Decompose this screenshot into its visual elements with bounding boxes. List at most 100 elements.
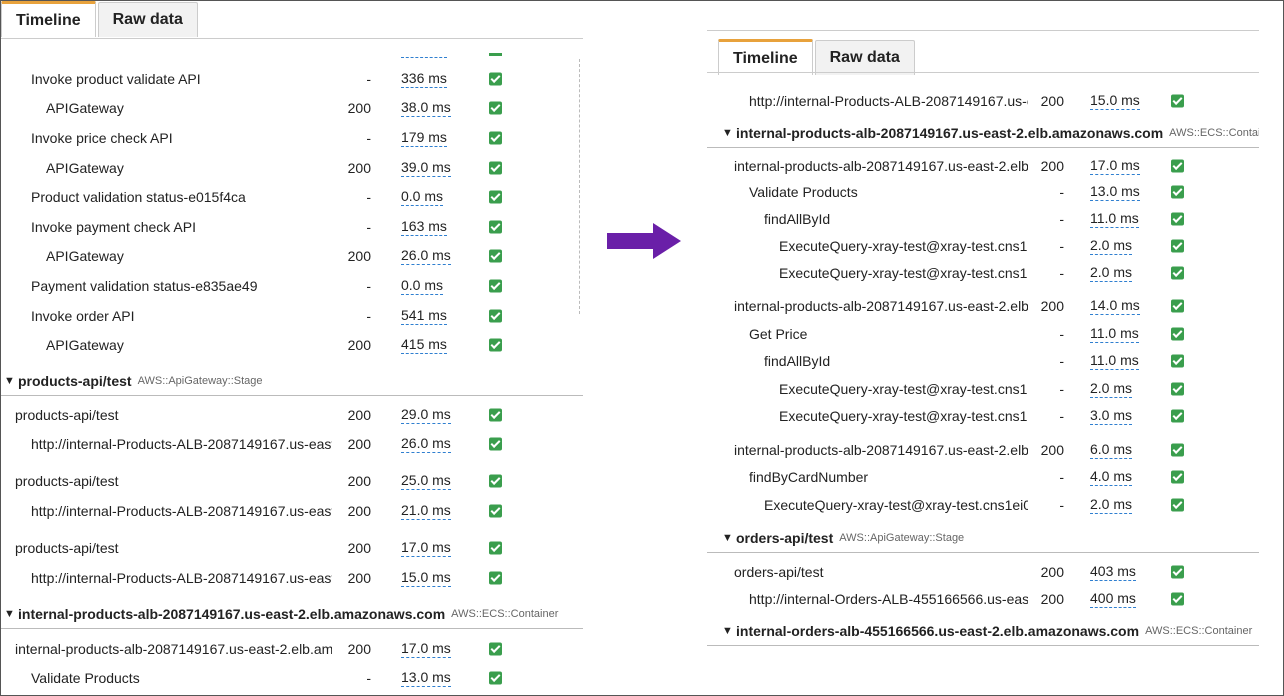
duration-link[interactable]: 17.0 ms <box>401 539 451 557</box>
segment-name[interactable]: findAllById <box>764 211 1028 227</box>
duration-link[interactable]: 2.0 ms <box>1090 237 1133 255</box>
segment-name[interactable]: APIGateway <box>46 100 332 116</box>
table-row[interactable]: Invoke product validate API - 336 ms <box>1 65 583 93</box>
duration-link[interactable]: 2.0 ms <box>1090 496 1133 514</box>
duration-link[interactable]: 25.0 ms <box>401 472 451 490</box>
segment-name[interactable]: http://internal-Products-ALB-2087149167.… <box>31 436 332 452</box>
table-row[interactable]: Invoke order API - 541 ms <box>1 302 583 330</box>
table-row[interactable]: findByCardNumber - 4.0 ms <box>707 463 1259 491</box>
segment-name[interactable]: Validate Products <box>749 184 1028 200</box>
duration-link[interactable]: 415 ms <box>401 336 447 354</box>
segment-name[interactable]: findAllById <box>764 353 1028 369</box>
segment-name[interactable]: http://internal-Products-ALB-2087149167.… <box>31 570 332 586</box>
segment-name[interactable]: Invoke product validate API <box>31 71 332 87</box>
triangle-down-icon[interactable]: ▼ <box>722 625 733 637</box>
duration-link[interactable]: 14.0 ms <box>1090 297 1140 315</box>
duration-link[interactable]: 15.0 ms <box>401 569 451 587</box>
duration-link[interactable]: 11.0 ms <box>1090 352 1139 370</box>
duration-link[interactable]: 400 ms <box>1090 590 1136 608</box>
table-row[interactable]: http://internal-Products-ALB-2087149167.… <box>1 564 583 592</box>
duration-link[interactable]: 403 ms <box>1090 563 1136 581</box>
service-group-header[interactable]: ▼ products-api/test AWS::ApiGateway::Stage <box>1 366 583 396</box>
tab-raw-data[interactable]: Raw data <box>97 2 198 37</box>
segment-name[interactable]: products-api/test <box>15 407 332 423</box>
segment-name[interactable]: products-api/test <box>15 540 332 556</box>
triangle-down-icon[interactable]: ▼ <box>722 532 733 544</box>
service-group-header[interactable]: ▼ internal-orders-alb-455166566.us-east-2… <box>707 616 1259 646</box>
duration-link[interactable]: 0.0 ms <box>401 188 444 206</box>
segment-name[interactable]: Payment validation status-e835ae49 <box>31 278 332 294</box>
duration-link[interactable]: 21.0 ms <box>401 502 451 520</box>
service-group-header[interactable]: ▼ orders-api/test AWS::ApiGateway::Stage <box>707 523 1259 553</box>
segment-name[interactable]: ExecuteQuery-xray-test@xray-test.cns1ei0… <box>779 238 1028 254</box>
duration-link[interactable]: 26.0 ms <box>401 247 451 265</box>
segment-name[interactable]: products-api/test <box>15 473 332 489</box>
segment-name[interactable]: internal-products-alb-2087149167.us-east… <box>734 158 1028 174</box>
table-row[interactable]: APIGateway 200 415 ms <box>1 331 583 359</box>
segment-name[interactable]: APIGateway <box>46 160 332 176</box>
service-group-header[interactable]: ▼ internal-products-alb-2087149167.us-eas… <box>707 118 1259 148</box>
table-row[interactable]: internal-products-alb-2087149167.us-east… <box>1 635 583 663</box>
triangle-down-icon[interactable]: ▼ <box>4 375 15 387</box>
table-row[interactable]: internal-products-alb-2087149167.us-east… <box>707 436 1259 464</box>
segment-name[interactable]: APIGateway <box>46 337 332 353</box>
table-row[interactable]: http://internal-Products-ALB-2087149167.… <box>707 87 1259 115</box>
duration-link[interactable]: 13.0 ms <box>401 669 451 687</box>
table-row[interactable]: ExecuteQuery-xray-test@xray-test.cns1ei0… <box>707 232 1259 260</box>
table-row[interactable]: products-api/test 200 25.0 ms <box>1 467 583 495</box>
segment-name[interactable]: Validate Products <box>31 670 332 686</box>
table-row[interactable]: ExecuteQuery-xray-test@xray-test.cns1ei0… <box>707 259 1259 287</box>
segment-name[interactable]: APIGateway <box>46 248 332 264</box>
segment-name[interactable]: Invoke price check API <box>31 130 332 146</box>
triangle-down-icon[interactable]: ▼ <box>4 608 15 620</box>
table-row[interactable]: findAllById - 11.0 ms <box>707 347 1259 375</box>
duration-link[interactable]: 11.0 ms <box>1090 210 1139 228</box>
segment-name[interactable]: Invoke payment check API <box>31 219 332 235</box>
tab-timeline[interactable]: Timeline <box>718 39 813 75</box>
table-row[interactable]: http://internal-Orders-ALB-455166566.us-… <box>707 585 1259 613</box>
duration-link[interactable]: 29.0 ms <box>401 406 451 424</box>
duration-link[interactable]: 336 ms <box>401 70 447 88</box>
duration-link[interactable]: 39.0 ms <box>401 159 451 177</box>
table-row[interactable]: http://internal-Products-ALB-2087149167.… <box>1 430 583 458</box>
table-row[interactable]: products-api/test 200 29.0 ms <box>1 401 583 429</box>
duration-link[interactable]: 17.0 ms <box>401 640 451 658</box>
table-row[interactable]: ExecuteQuery-xray-test@xray-test.cns1ei0… <box>707 491 1259 519</box>
table-row[interactable]: findAllById - 11.0 ms <box>707 205 1259 233</box>
tab-timeline[interactable]: Timeline <box>1 1 96 37</box>
duration-link[interactable]: 4.0 ms <box>1090 468 1133 486</box>
table-row[interactable]: http://internal-Products-ALB-2087149167.… <box>1 497 583 525</box>
duration-link[interactable]: 163 ms <box>401 218 447 236</box>
duration-link[interactable]: 6.0 ms <box>1090 441 1133 459</box>
table-row[interactable]: APIGateway 200 38.0 ms <box>1 94 583 122</box>
duration-link[interactable]: 2.0 ms <box>1090 264 1133 282</box>
duration-link[interactable]: 38.0 ms <box>401 99 451 117</box>
duration-link[interactable]: 17.0 ms <box>1090 157 1140 175</box>
duration-link[interactable]: 2.0 ms <box>1090 380 1133 398</box>
table-row[interactable]: orders-api/test 200 403 ms <box>707 558 1259 586</box>
table-row[interactable]: products-api/test 200 17.0 ms <box>1 534 583 562</box>
segment-name[interactable]: internal-products-alb-2087149167.us-east… <box>15 641 332 657</box>
segment-name[interactable]: http://internal-Orders-ALB-455166566.us-… <box>749 591 1028 607</box>
table-row[interactable]: Product validation status-e015f4ca - 0.0 m… <box>1 183 583 211</box>
duration-link[interactable]: 179 ms <box>401 129 447 147</box>
duration-link[interactable]: 3.0 ms <box>1090 407 1133 425</box>
segment-name[interactable]: internal-products-alb-2087149167.us-east… <box>734 298 1028 314</box>
segment-name[interactable]: internal-products-alb-2087149167.us-east… <box>734 442 1028 458</box>
table-row[interactable]: APIGateway 200 39.0 ms <box>1 154 583 182</box>
table-row[interactable]: Invoke price check API - 179 ms <box>1 124 583 152</box>
table-row[interactable]: ExecuteQuery-xray-test@xray-test.cns1ei0… <box>707 375 1259 403</box>
table-row[interactable]: Payment validation status-e835ae49 - 0.0 m… <box>1 272 583 300</box>
segment-name[interactable]: http://internal-Products-ALB-2087149167.… <box>31 503 332 519</box>
duration-link[interactable]: 541 ms <box>401 307 447 325</box>
segment-name[interactable]: ExecuteQuery-xray-test@xray-test.cns1ei0… <box>779 381 1028 397</box>
table-row[interactable]: APIGateway 200 26.0 ms <box>1 242 583 270</box>
segment-name[interactable]: ExecuteQuery-xray-test@xray-test.cns1ei0… <box>779 408 1028 424</box>
duration-link[interactable]: 15.0 ms <box>1090 92 1140 110</box>
duration-link[interactable]: 0.0 ms <box>401 277 444 295</box>
service-group-header[interactable]: ▼ internal-products-alb-2087149167.us-eas… <box>1 599 583 629</box>
table-row[interactable]: Validate Products - 13.0 ms <box>1 664 583 692</box>
segment-name[interactable]: findByCardNumber <box>749 469 1028 485</box>
table-row[interactable]: Validate Products - 13.0 ms <box>707 178 1259 206</box>
segment-name[interactable]: http://internal-Products-ALB-2087149167.… <box>749 93 1028 109</box>
